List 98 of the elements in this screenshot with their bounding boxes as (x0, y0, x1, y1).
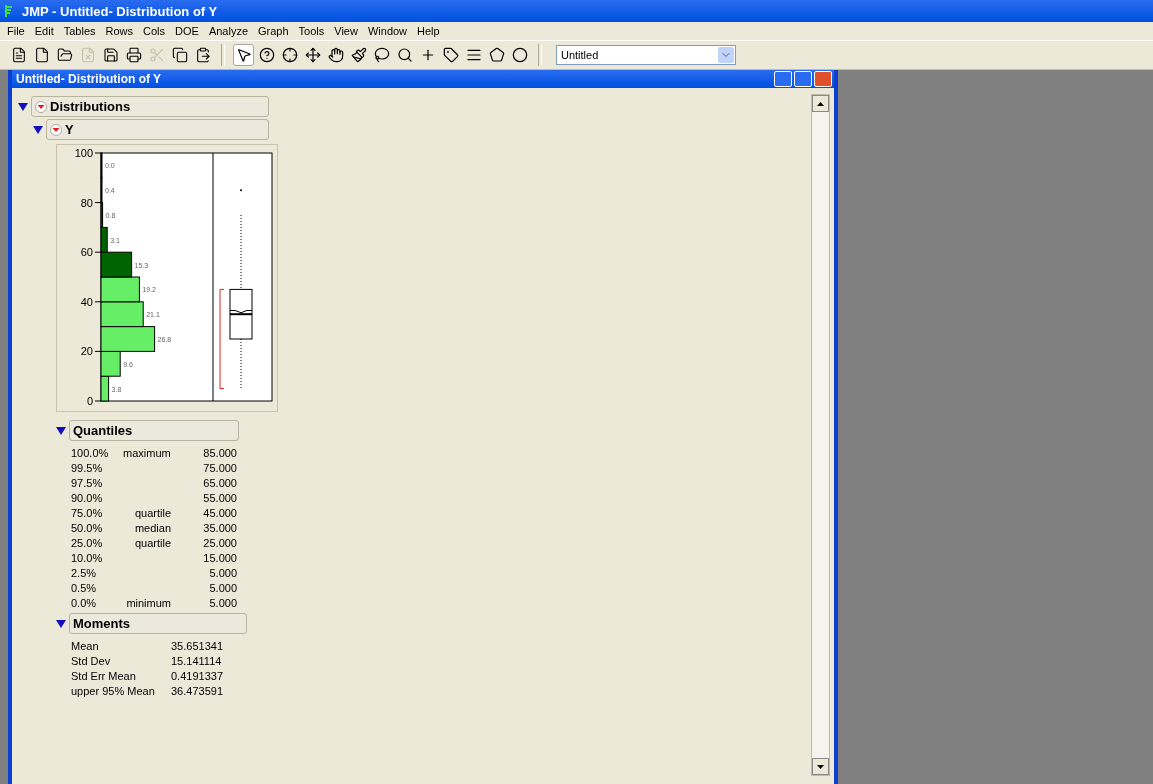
quantile-label: quartile (133, 507, 171, 519)
text-document-icon (10, 47, 27, 63)
up-arrow-icon (817, 101, 824, 106)
quantile-percent: 2.5% (71, 567, 98, 579)
table-select[interactable]: Untitled (556, 45, 736, 65)
outline-title: Y (65, 122, 74, 137)
quantile-value: 65.000 (202, 477, 237, 489)
menu-item[interactable]: Rows (100, 25, 138, 37)
quantile-label: minimum (125, 597, 171, 609)
maximize-button[interactable] (794, 71, 812, 87)
copy-icon (171, 47, 188, 63)
brush-icon (350, 47, 367, 63)
menu-item[interactable]: Analyze (203, 25, 253, 37)
menu-item[interactable]: Cols (138, 25, 171, 37)
window-title: JMP - Untitled- Distribution of Y (22, 3, 218, 19)
print-icon (125, 47, 142, 63)
magnifier-icon (396, 47, 413, 63)
crosshair-icon (281, 47, 298, 63)
document-icon (79, 47, 96, 63)
moment-name: Mean (71, 640, 100, 652)
scroll-up-button[interactable] (812, 95, 829, 112)
quantile-percent: 75.0% (71, 507, 104, 519)
select-value: Untitled (561, 49, 599, 61)
quantile-percent: 50.0% (71, 522, 104, 534)
moment-value: 15.141114 (171, 655, 223, 667)
quantile-value: 5.000 (208, 582, 237, 594)
menu-item[interactable]: Help (412, 25, 445, 37)
new-document-icon (33, 47, 50, 63)
save-icon (102, 47, 119, 63)
menu-item[interactable]: DOE (170, 25, 204, 37)
disclosure-triangle-icon[interactable] (56, 619, 66, 628)
axis-tick-label: 100 (74, 147, 93, 159)
circle-icon (511, 47, 528, 63)
quantile-percent: 100.0% (71, 447, 110, 459)
open-folder-icon (56, 47, 73, 63)
quantile-label: maximum (123, 447, 171, 459)
moment-value: 35.651341 (171, 640, 224, 652)
quantile-value: 45.000 (202, 507, 237, 519)
polygon-icon (488, 47, 505, 63)
menu-item[interactable]: Graph (253, 25, 294, 37)
moment-name: Std Err Mean (71, 670, 137, 682)
quantile-label: quartile (133, 537, 171, 549)
outline-title: Moments (73, 616, 131, 631)
axis-tick-label: 40 (80, 295, 93, 308)
report-window-title: Untitled- Distribution of Y (16, 72, 162, 86)
menu-item[interactable]: Tables (58, 25, 101, 37)
pointer-tool-button[interactable] (233, 44, 254, 66)
axis-tick-label: 60 (80, 246, 93, 259)
quantile-value: 35.000 (202, 522, 237, 534)
close-button[interactable] (814, 71, 832, 87)
quantile-percent: 0.0% (71, 597, 98, 609)
pointer-icon (235, 47, 252, 63)
disclosure-triangle-icon[interactable] (56, 426, 66, 435)
quantile-percent: 10.0% (71, 552, 104, 564)
quantile-label: median (133, 522, 171, 534)
down-arrow-icon (817, 764, 824, 769)
moment-value: 0.4191337 (171, 670, 224, 682)
hand-icon (327, 47, 344, 63)
scroll-down-button[interactable] (812, 758, 829, 775)
move-icon (304, 47, 321, 63)
moment-value: 36.473591 (171, 685, 224, 697)
lines-icon (465, 47, 482, 63)
quantile-value: 85.000 (202, 447, 237, 459)
outline-title: Distributions (50, 99, 131, 114)
quantile-value: 75.000 (202, 462, 237, 474)
axis-tick-label: 0 (86, 395, 93, 407)
menu-item[interactable]: View (329, 25, 363, 37)
quantile-percent: 99.5% (71, 462, 104, 474)
menu-item[interactable]: File (2, 25, 30, 37)
disclosure-triangle-icon[interactable] (18, 102, 28, 111)
quantile-percent: 25.0% (71, 537, 104, 549)
quantile-value: 55.000 (202, 492, 237, 504)
help-icon (258, 47, 275, 63)
app-icon (4, 4, 14, 18)
lasso-icon (373, 47, 390, 63)
popup-menu-icon[interactable] (35, 100, 47, 113)
quantile-percent: 90.0% (71, 492, 104, 504)
menu-item[interactable]: Edit (29, 25, 59, 37)
axis-tick-label: 20 (80, 345, 93, 358)
minimize-button[interactable] (774, 71, 792, 87)
disclosure-triangle-icon[interactable] (33, 125, 43, 134)
quantile-percent: 0.5% (71, 582, 98, 594)
paste-icon (194, 47, 211, 63)
quantile-value: 15.000 (202, 552, 237, 564)
moment-name: upper 95% Mean (71, 685, 156, 697)
quantile-value: 25.000 (202, 537, 237, 549)
vertical-scrollbar[interactable] (811, 94, 830, 776)
cut-icon (148, 47, 165, 63)
moment-name: Std Dev (71, 655, 112, 667)
quantile-value: 5.000 (208, 567, 237, 579)
outline-title: Quantiles (73, 423, 133, 438)
menu-item[interactable]: Tools (293, 25, 330, 37)
axis-tick-label: 80 (80, 196, 93, 209)
label-icon (442, 47, 459, 63)
quantile-value: 5.000 (208, 597, 237, 609)
menu-item[interactable]: Window (362, 25, 413, 37)
quantile-percent: 97.5% (71, 477, 104, 489)
popup-menu-icon[interactable] (50, 123, 62, 136)
